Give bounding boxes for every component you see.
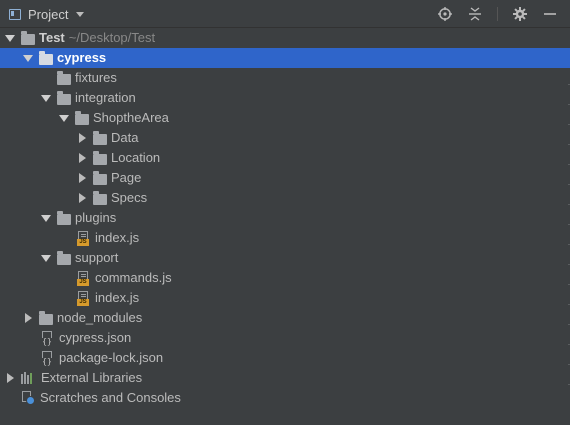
tree-node-plugins-index-js[interactable]: JS index.js bbox=[0, 228, 570, 248]
tree-node-integration[interactable]: integration bbox=[0, 88, 570, 108]
tree-node-location[interactable]: Location bbox=[0, 148, 570, 168]
project-tool-window: Project Test ~/Desktop/Test cypress fixt… bbox=[0, 0, 570, 425]
locate-file-icon[interactable] bbox=[437, 6, 453, 22]
tree-node-specs[interactable]: Specs bbox=[0, 188, 570, 208]
tree-node-label: support bbox=[75, 250, 119, 265]
expand-arrow-icon[interactable] bbox=[41, 213, 51, 223]
tree-node-fixtures[interactable]: fixtures bbox=[0, 68, 570, 88]
tree-node-external-libraries[interactable]: External Libraries bbox=[0, 368, 565, 388]
tree-node-label: Data bbox=[111, 130, 139, 145]
tree-node-label: index.js bbox=[95, 290, 140, 305]
tree-node-support[interactable]: support bbox=[0, 248, 570, 268]
minimize-icon[interactable] bbox=[542, 6, 558, 22]
tree-node-label: index.js bbox=[95, 230, 140, 245]
project-tree: Test ~/Desktop/Test cypress fixtures int… bbox=[0, 28, 570, 425]
collapse-all-icon[interactable] bbox=[467, 6, 483, 22]
expand-arrow-icon[interactable] bbox=[41, 253, 51, 263]
tree-node-cypress[interactable]: cypress bbox=[0, 48, 570, 68]
collapse-arrow-icon[interactable] bbox=[77, 173, 87, 183]
collapse-arrow-icon[interactable] bbox=[77, 153, 87, 163]
library-icon bbox=[21, 372, 35, 384]
folder-icon bbox=[93, 130, 107, 145]
tree-node-path: ~/Desktop/Test bbox=[68, 30, 156, 45]
scratches-icon bbox=[21, 391, 35, 405]
tree-node-label: Scratches and Consoles bbox=[40, 390, 181, 405]
tree-node-label: node_modules bbox=[57, 310, 143, 325]
js-file-icon: JS bbox=[77, 230, 89, 246]
folder-icon bbox=[57, 90, 71, 105]
json-file-icon: {} bbox=[41, 330, 53, 346]
tree-node-cypress-json[interactable]: {} cypress.json bbox=[0, 328, 570, 348]
tool-window-header: Project bbox=[0, 0, 570, 28]
tree-node-label: fixtures bbox=[75, 70, 117, 85]
view-selector[interactable]: Project bbox=[9, 5, 85, 23]
header-toolbar bbox=[423, 4, 558, 24]
tree-node-label: Specs bbox=[111, 190, 148, 205]
tree-node-label: Test bbox=[39, 30, 65, 45]
folder-icon bbox=[57, 250, 71, 265]
tree-node-node-modules[interactable]: node_modules bbox=[0, 308, 570, 328]
tool-window-title: Project bbox=[28, 6, 69, 22]
tree-node-label: commands.js bbox=[95, 270, 172, 285]
tree-node-label: External Libraries bbox=[41, 370, 143, 385]
toolbar-divider bbox=[497, 7, 498, 21]
folder-icon bbox=[21, 30, 35, 45]
tree-node-label: Location bbox=[111, 150, 161, 165]
collapse-arrow-icon[interactable] bbox=[5, 373, 15, 383]
tree-node-support-index-js[interactable]: JS index.js bbox=[0, 288, 570, 308]
folder-icon bbox=[39, 50, 53, 65]
tree-node-label: Page bbox=[111, 170, 142, 185]
project-view-icon bbox=[9, 8, 21, 20]
tree-node-plugins[interactable]: plugins bbox=[0, 208, 570, 228]
tree-node-page[interactable]: Page bbox=[0, 168, 570, 188]
tree-node-label: ShoptheArea bbox=[93, 110, 169, 125]
tree-node-shopthearea[interactable]: ShoptheArea bbox=[0, 108, 570, 128]
tree-node-label: package-lock.json bbox=[59, 350, 164, 365]
tree-node-data[interactable]: Data bbox=[0, 128, 570, 148]
folder-icon bbox=[39, 310, 53, 325]
tree-node-label: integration bbox=[75, 90, 136, 105]
folder-icon bbox=[93, 170, 107, 185]
tree-node-label: cypress bbox=[57, 50, 107, 65]
expand-arrow-icon[interactable] bbox=[59, 113, 69, 123]
expand-arrow-icon[interactable] bbox=[23, 53, 33, 63]
tree-node-commands-js[interactable]: JS commands.js bbox=[0, 268, 570, 288]
collapse-arrow-icon[interactable] bbox=[77, 193, 87, 203]
expand-arrow-icon[interactable] bbox=[5, 33, 15, 43]
expand-arrow-icon[interactable] bbox=[41, 93, 51, 103]
tree-node-scratches-and-consoles[interactable]: Scratches and Consoles bbox=[0, 388, 565, 408]
scrollbar[interactable] bbox=[560, 28, 570, 425]
folder-icon bbox=[75, 110, 89, 125]
collapse-arrow-icon[interactable] bbox=[23, 313, 33, 323]
dropdown-arrow-icon bbox=[76, 11, 85, 17]
js-file-icon: JS bbox=[77, 270, 89, 286]
folder-icon bbox=[93, 150, 107, 165]
folder-icon bbox=[57, 70, 71, 85]
js-file-icon: JS bbox=[77, 290, 89, 306]
collapse-arrow-icon[interactable] bbox=[77, 133, 87, 143]
json-file-icon: {} bbox=[41, 350, 53, 366]
tree-node-package-lock-json[interactable]: {} package-lock.json bbox=[0, 348, 570, 368]
tree-node-test[interactable]: Test ~/Desktop/Test bbox=[0, 28, 565, 48]
folder-icon bbox=[93, 190, 107, 205]
tree-node-label: plugins bbox=[75, 210, 117, 225]
gear-icon[interactable] bbox=[512, 6, 528, 22]
tree-node-label: cypress.json bbox=[59, 330, 132, 345]
folder-icon bbox=[57, 210, 71, 225]
